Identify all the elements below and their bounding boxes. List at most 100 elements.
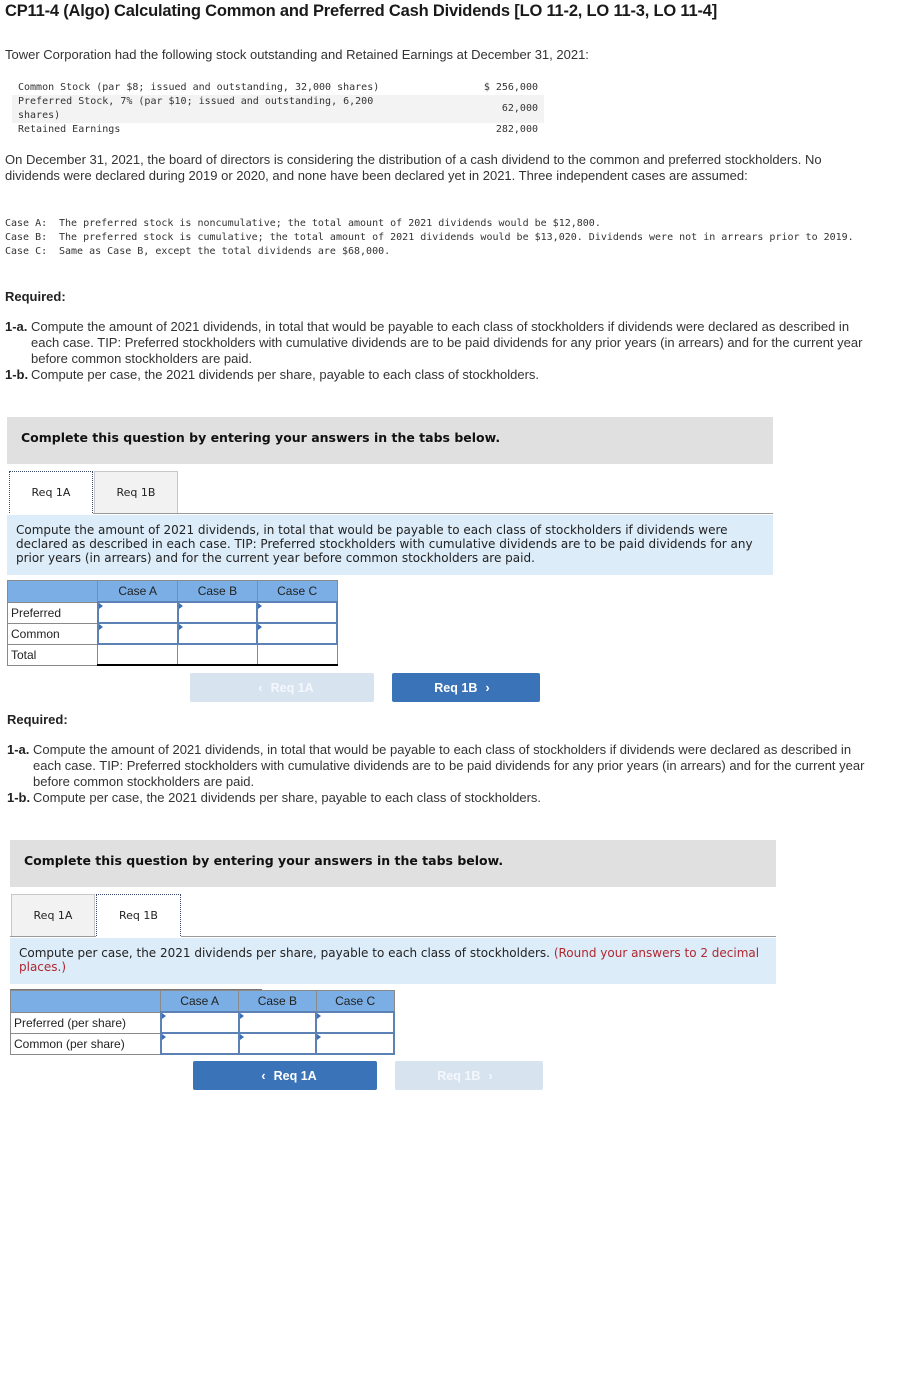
chevron-left-icon: ‹ <box>261 1068 266 1083</box>
row-label: Preferred (per share) <box>9 1011 162 1034</box>
column-header: Case A <box>160 990 240 1013</box>
table-row-common: Common <box>6 622 338 645</box>
common-case-b-input[interactable] <box>178 624 257 643</box>
case-text: The preferred stock is noncumulative; th… <box>59 218 601 229</box>
required-list: 1-a. Compute the amount of 2021 dividend… <box>7 742 867 806</box>
tab-req-1a[interactable]: Req 1A <box>11 894 95 936</box>
scenario-paragraph: On December 31, 2021, the board of direc… <box>5 152 822 183</box>
table-header-row: Case A Case B Case C <box>6 580 338 603</box>
stock-label: Preferred Stock, 7% (par $10; issued and… <box>12 95 418 123</box>
case-item: Case C: Same as Case B, except the total… <box>5 245 865 259</box>
row-label: Common <box>6 622 99 645</box>
tab-req-1a[interactable]: Req 1A <box>9 471 93 513</box>
column-header: Case C <box>256 580 338 603</box>
required-item: 1-a. Compute the amount of 2021 dividend… <box>7 742 867 790</box>
table-row-total: Total <box>6 643 338 666</box>
tab-divider <box>93 513 773 514</box>
preferred-case-b-cell <box>176 601 259 624</box>
common-case-a-input[interactable] <box>98 624 177 643</box>
required-heading: Required: <box>7 712 68 727</box>
stock-label: Retained Earnings <box>18 124 121 135</box>
case-item: Case A: The preferred stock is noncumula… <box>5 217 865 231</box>
stock-row-common: Common Stock (par $8; issued and outstan… <box>12 81 544 95</box>
common-ps-case-c-input[interactable] <box>317 1034 393 1053</box>
required-item: 1-a. Compute the amount of 2021 dividend… <box>5 319 865 367</box>
common-case-c-input[interactable] <box>258 624 336 643</box>
prev-req-1a-button[interactable]: ‹ Req 1A <box>193 1061 377 1090</box>
button-label: Req 1B <box>437 1068 481 1083</box>
preferred-ps-case-a-input[interactable] <box>161 1013 238 1032</box>
required-list: 1-a. Compute the amount of 2021 dividend… <box>5 319 865 383</box>
stock-row-retained: Retained Earnings 282,000 <box>12 123 544 137</box>
column-header: Case B <box>238 990 317 1013</box>
prev-req-1a-button[interactable]: ‹ Req 1A <box>190 673 374 702</box>
column-header: Case C <box>315 990 395 1013</box>
required-item: 1-b. Compute per case, the 2021 dividend… <box>5 367 865 383</box>
button-label: Req 1A <box>270 680 314 695</box>
common-ps-case-c-cell <box>315 1032 395 1055</box>
stock-amount: $ 256,000 <box>483 82 538 93</box>
header-blank <box>6 580 99 603</box>
required-number: 1-a. <box>7 742 30 757</box>
preferred-case-a-input[interactable] <box>98 603 177 622</box>
total-case-a <box>97 643 179 666</box>
row-label: Common (per share) <box>9 1032 162 1055</box>
preferred-ps-case-b-cell <box>237 1011 318 1034</box>
preferred-ps-case-c-cell <box>315 1011 395 1034</box>
common-ps-case-a-input[interactable] <box>161 1034 238 1053</box>
preferred-ps-case-a-cell <box>159 1011 240 1034</box>
next-req-1b-button[interactable]: Req 1B › <box>392 673 540 702</box>
case-list: Case A: The preferred stock is noncumula… <box>5 217 865 259</box>
tab-req-1b[interactable]: Req 1B <box>94 471 178 513</box>
stock-amount: 282,000 <box>495 124 538 135</box>
common-ps-case-a-cell <box>159 1032 240 1055</box>
req-1b-instruction: Compute per case, the 2021 dividends per… <box>10 938 776 984</box>
common-ps-case-b-cell <box>237 1032 318 1055</box>
stock-amount: 62,000 <box>417 95 544 123</box>
table-header-row: Case A Case B Case C <box>9 990 395 1013</box>
instructions-banner: Complete this question by entering your … <box>10 840 776 887</box>
required-number: 1-b. <box>7 790 31 805</box>
preferred-ps-case-b-input[interactable] <box>239 1013 316 1032</box>
preferred-case-c-input[interactable] <box>258 603 336 622</box>
next-req-1b-button[interactable]: Req 1B › <box>395 1061 543 1090</box>
req-1a-instruction: Compute the amount of 2021 dividends, in… <box>7 515 773 575</box>
header-blank <box>9 990 162 1013</box>
stock-table: Common Stock (par $8; issued and outstan… <box>12 81 544 137</box>
required-item: 1-b. Compute per case, the 2021 dividend… <box>7 790 867 806</box>
preferred-case-b-input[interactable] <box>178 603 257 622</box>
column-header: Case B <box>177 580 258 603</box>
tab-req-1b[interactable]: Req 1B <box>96 894 181 936</box>
common-case-b-cell <box>176 622 259 645</box>
case-label: Case C: <box>5 246 48 257</box>
row-label: Preferred <box>6 601 99 624</box>
chevron-right-icon: › <box>485 680 490 695</box>
chevron-left-icon: ‹ <box>258 680 263 695</box>
required-heading: Required: <box>5 289 66 304</box>
common-ps-case-b-input[interactable] <box>239 1034 316 1053</box>
tab-divider <box>10 936 96 937</box>
case-text: The preferred stock is cumulative; the t… <box>59 232 854 243</box>
preferred-case-a-cell <box>96 601 179 624</box>
row-label: Total <box>6 643 99 666</box>
button-label: Req 1A <box>273 1068 317 1083</box>
banner-text: Complete this question by entering your … <box>21 430 501 445</box>
intro-text: Tower Corporation had the following stoc… <box>5 47 589 62</box>
instruction-text: Compute per case, the 2021 dividends per… <box>19 946 550 960</box>
case-label: Case A: <box>5 218 48 229</box>
stock-row-preferred: Preferred Stock, 7% (par $10; issued and… <box>12 95 544 123</box>
case-text: Same as Case B, except the total dividen… <box>59 246 391 257</box>
required-text: Compute per case, the 2021 dividends per… <box>33 790 542 805</box>
instructions-banner: Complete this question by entering your … <box>7 417 773 464</box>
required-number: 1-b. <box>5 367 29 382</box>
column-header: Case A <box>97 580 179 603</box>
required-text: Compute per case, the 2021 dividends per… <box>31 367 540 382</box>
common-case-a-cell <box>96 622 179 645</box>
dividends-total-table: Case A Case B Case C Preferred Common To… <box>6 580 338 666</box>
preferred-ps-case-c-input[interactable] <box>317 1013 393 1032</box>
total-case-c <box>256 643 338 666</box>
total-case-b <box>177 643 258 666</box>
table-row-common-per-share: Common (per share) <box>9 1032 395 1055</box>
stock-label: Common Stock (par $8; issued and outstan… <box>18 82 380 93</box>
case-label: Case B: <box>5 232 48 243</box>
